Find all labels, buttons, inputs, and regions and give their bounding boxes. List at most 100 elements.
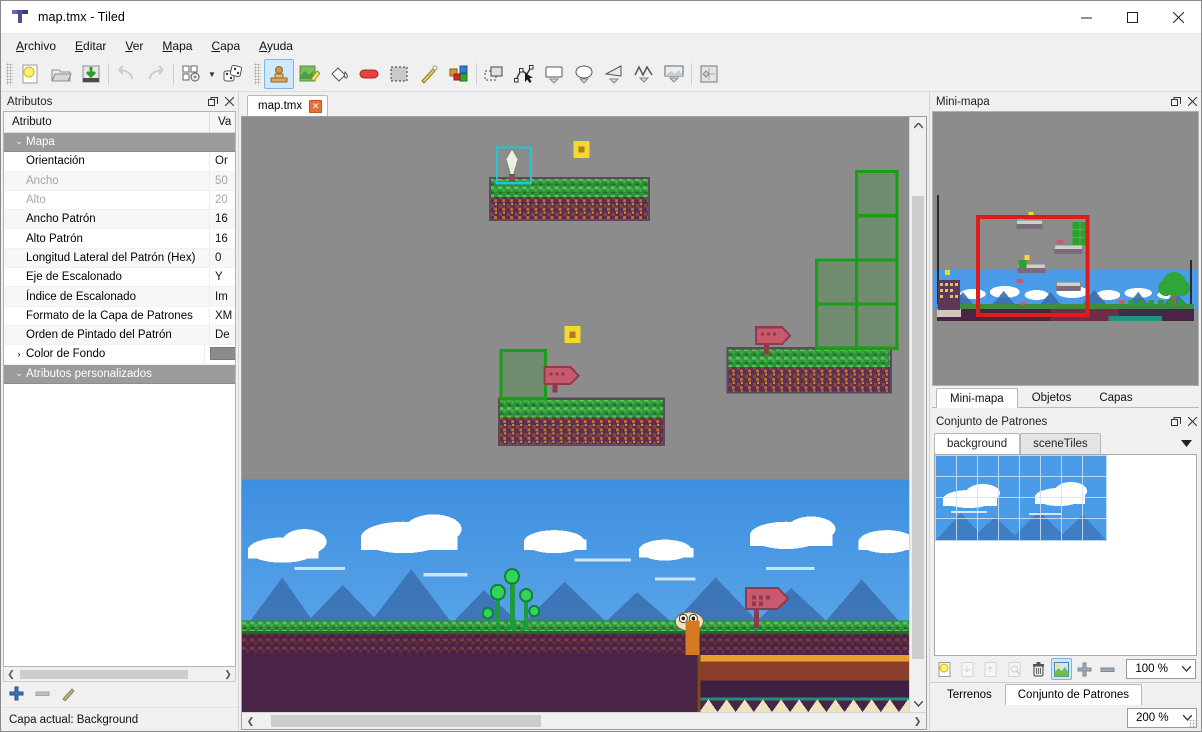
canvas-scroll-right-icon[interactable]: ❯ xyxy=(909,716,926,727)
terrain-brush-button[interactable] xyxy=(294,59,324,89)
map-canvas[interactable] xyxy=(242,117,909,712)
tileset-tile-grid[interactable] xyxy=(934,454,1197,656)
eraser-button[interactable] xyxy=(354,59,384,89)
document-tab-map-tmx[interactable]: map.tmx ✕ xyxy=(247,95,328,116)
menu-capa[interactable]: Capa xyxy=(202,36,250,56)
minimize-button[interactable] xyxy=(1063,1,1109,34)
import-tileset-button[interactable] xyxy=(958,658,979,680)
insert-image-layer-button[interactable] xyxy=(694,59,724,89)
property-value-cell[interactable]: Y xyxy=(210,271,235,283)
canvas-vscroll-thumb[interactable] xyxy=(912,196,924,659)
tab-mini-mapa[interactable]: Mini-mapa xyxy=(936,388,1018,408)
property-row[interactable]: Índice de EscalonadoIm xyxy=(4,287,235,306)
remove-property-button[interactable] xyxy=(35,686,50,704)
tileset-close-icon[interactable] xyxy=(1184,413,1201,430)
properties-close-icon[interactable] xyxy=(221,93,238,110)
undo-button[interactable] xyxy=(111,59,141,89)
new-map-button[interactable] xyxy=(16,59,46,89)
column-header-value[interactable]: Va xyxy=(210,112,235,132)
column-header-attribute[interactable]: Atributo xyxy=(4,112,210,132)
property-value-cell[interactable] xyxy=(205,345,235,363)
property-value-cell[interactable]: 50 xyxy=(210,175,235,187)
property-row[interactable]: Alto Patrón16 xyxy=(4,229,235,248)
open-file-button[interactable] xyxy=(46,59,76,89)
properties-scroll-right-icon[interactable]: ❯ xyxy=(221,669,235,680)
random-mode-button[interactable] xyxy=(218,59,248,89)
property-value-cell[interactable]: Or xyxy=(210,155,235,167)
property-value-cell[interactable]: XM xyxy=(210,310,235,322)
property-row[interactable]: Formato de la Capa de PatronesXM xyxy=(4,307,235,326)
property-row[interactable]: OrientaciónOr xyxy=(4,152,235,171)
canvas-scroll-down-icon[interactable] xyxy=(910,695,926,712)
property-row[interactable]: ›Color de Fondo xyxy=(4,345,235,364)
menu-ayuda[interactable]: Ayuda xyxy=(250,36,303,56)
property-value-cell[interactable]: 16 xyxy=(210,233,235,245)
toolbar-grip-2[interactable] xyxy=(254,63,261,85)
property-value-cell[interactable]: Im xyxy=(210,291,235,303)
map-properties-dropdown-arrow[interactable]: ▼ xyxy=(206,59,218,89)
canvas-horizontal-scrollbar[interactable]: ❮ ❯ xyxy=(242,712,926,729)
save-file-button[interactable] xyxy=(76,59,106,89)
stamp-brush-button[interactable] xyxy=(264,59,294,89)
menu-editar[interactable]: Editar xyxy=(66,36,116,56)
property-row[interactable]: Orden de Pintado del PatrónDe xyxy=(4,326,235,345)
remove-tileset-button[interactable] xyxy=(1028,658,1049,680)
resize-grip[interactable] xyxy=(1189,719,1199,729)
fill-bucket-button[interactable] xyxy=(324,59,354,89)
select-objects-button[interactable] xyxy=(479,59,509,89)
tab-close-icon[interactable]: ✕ xyxy=(309,100,322,113)
redo-button[interactable] xyxy=(141,59,171,89)
tab-objetos[interactable]: Objetos xyxy=(1018,387,1086,407)
new-tileset-button[interactable] xyxy=(935,658,956,680)
property-row[interactable]: ⌄Atributos personalizados xyxy=(4,365,235,384)
minimap-close-icon[interactable] xyxy=(1184,93,1201,110)
property-row[interactable]: Alto20 xyxy=(4,191,235,210)
properties-scroll-left-icon[interactable]: ❮ xyxy=(4,669,18,680)
bottom-tab-conjunto-de-patrones[interactable]: Conjunto de Patrones xyxy=(1005,684,1142,705)
property-value-cell[interactable]: 20 xyxy=(210,194,235,206)
map-properties-button[interactable] xyxy=(176,59,206,89)
tileset-float-icon[interactable] xyxy=(1167,413,1184,430)
close-button[interactable] xyxy=(1155,1,1201,34)
insert-polyline-button[interactable] xyxy=(629,59,659,89)
add-property-button[interactable] xyxy=(9,686,24,704)
menu-mapa[interactable]: Mapa xyxy=(153,36,202,56)
properties-scroll-track[interactable] xyxy=(18,668,221,681)
insert-tile-object-button[interactable] xyxy=(659,59,689,89)
insert-polygon-button[interactable] xyxy=(599,59,629,89)
properties-scroll-thumb[interactable] xyxy=(20,670,188,679)
property-row[interactable]: Ancho Patrón16 xyxy=(4,210,235,229)
chevron-down-icon[interactable]: ⌄ xyxy=(12,140,26,144)
tileset-zoom-chevron-down-icon[interactable] xyxy=(1176,664,1191,674)
chevron-right-icon[interactable]: › xyxy=(12,349,26,359)
rect-select-button[interactable] xyxy=(384,59,414,89)
zoom-in-button[interactable] xyxy=(1074,658,1095,680)
rename-property-button[interactable] xyxy=(61,686,76,704)
tileset-tab-background[interactable]: background xyxy=(934,433,1020,454)
tileset-zoom-combo[interactable]: 100 % xyxy=(1126,659,1196,679)
property-value-cell[interactable]: 0 xyxy=(210,252,235,264)
tab-capas[interactable]: Capas xyxy=(1085,387,1146,407)
canvas-hscroll-thumb[interactable] xyxy=(271,715,541,727)
canvas-scroll-left-icon[interactable]: ❮ xyxy=(242,716,259,727)
magic-wand-button[interactable] xyxy=(414,59,444,89)
property-row[interactable]: Longitud Lateral del Patrón (Hex)0 xyxy=(4,249,235,268)
property-value-cell[interactable]: De xyxy=(210,329,235,341)
insert-ellipse-button[interactable] xyxy=(569,59,599,89)
select-same-tile-button[interactable] xyxy=(444,59,474,89)
toolbar-grip[interactable] xyxy=(6,63,13,85)
properties-float-icon[interactable] xyxy=(204,93,221,110)
property-row[interactable]: Ancho50 xyxy=(4,172,235,191)
export-tileset-button[interactable] xyxy=(981,658,1002,680)
edit-polygons-button[interactable] xyxy=(509,59,539,89)
menu-ver[interactable]: Ver xyxy=(116,36,153,56)
property-row[interactable]: Eje de EscalonadoY xyxy=(4,268,235,287)
property-row[interactable]: ⌄Mapa xyxy=(4,133,235,152)
minimap-float-icon[interactable] xyxy=(1167,93,1184,110)
maximize-button[interactable] xyxy=(1109,1,1155,34)
canvas-hscroll-track[interactable] xyxy=(259,713,909,729)
minimap-view[interactable] xyxy=(932,111,1199,386)
canvas-vertical-scrollbar[interactable] xyxy=(909,117,926,712)
canvas-vscroll-track[interactable] xyxy=(910,134,926,695)
canvas-scroll-up-icon[interactable] xyxy=(910,117,926,134)
